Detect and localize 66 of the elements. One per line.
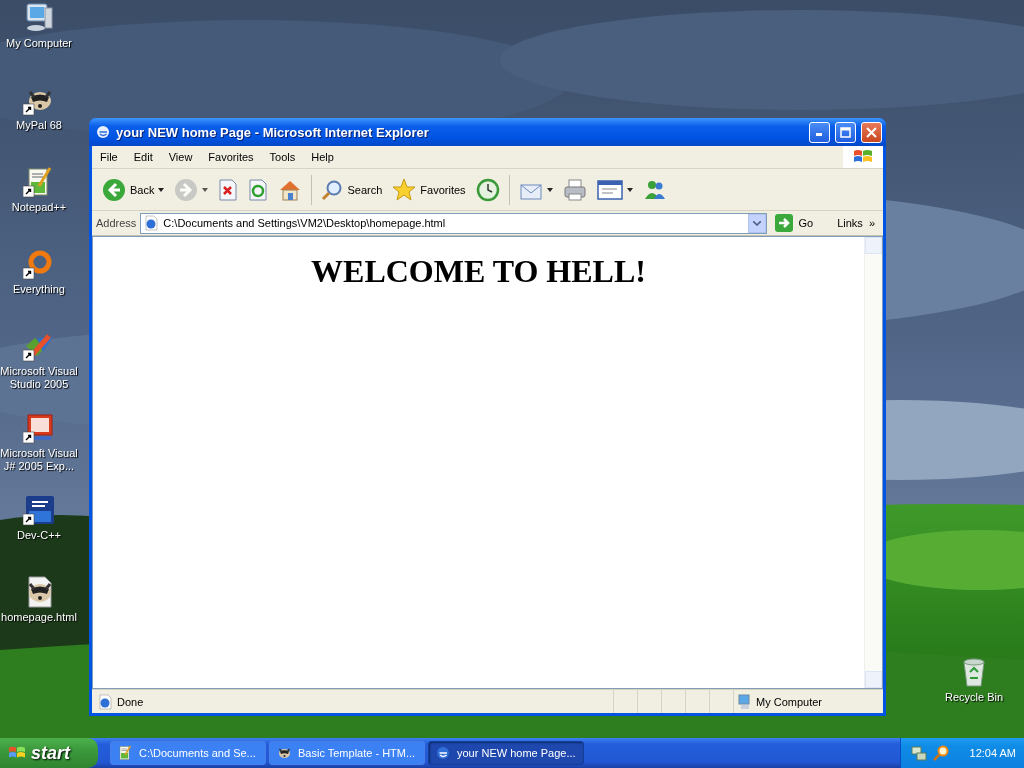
browser-icon xyxy=(435,745,451,761)
close-icon xyxy=(866,126,877,138)
links-button[interactable]: Links » xyxy=(833,217,879,229)
stop-icon xyxy=(218,178,239,201)
browser-page-icon xyxy=(97,693,113,710)
computer-icon xyxy=(738,693,752,710)
page-heading: WELCOME TO HELL! xyxy=(311,253,646,291)
menu-item[interactable]: Tools xyxy=(261,151,304,163)
printer-icon xyxy=(562,178,587,201)
notepad-icon xyxy=(117,745,133,761)
notepad-pen-icon xyxy=(596,178,623,201)
search-button[interactable]: Search xyxy=(317,172,387,207)
minimize-button[interactable] xyxy=(809,121,830,143)
shortcut-arrow-icon xyxy=(23,513,35,526)
shortcut-arrow-icon xyxy=(23,185,35,198)
back-button[interactable]: Back xyxy=(98,172,169,207)
taskbar-button[interactable]: Basic Template - HTM... xyxy=(269,741,425,765)
shortcut-arrow-icon xyxy=(23,349,35,362)
close-button[interactable] xyxy=(861,121,882,143)
desktop-icon-label[interactable]: Everything xyxy=(13,283,65,296)
people-icon xyxy=(642,178,667,201)
caret-icon xyxy=(158,187,165,192)
address-label: Address xyxy=(96,217,137,229)
menu-item[interactable]: Help xyxy=(303,151,342,163)
browser-page-icon xyxy=(143,215,160,231)
address-field[interactable]: C:\Documents and Settings\VM2\Desktop\homepage.html xyxy=(140,212,767,234)
maximize-button[interactable] xyxy=(835,121,856,143)
window-title: your NEW home Page - Microsoft Internet Explorer xyxy=(116,124,430,140)
caret-icon xyxy=(626,187,633,192)
desktop-icon-label[interactable]: Recycle Bin xyxy=(944,691,1004,704)
taskbar-button[interactable]: your NEW home Page... xyxy=(428,741,584,765)
browser-icon xyxy=(95,124,111,140)
menu-item[interactable]: View xyxy=(160,151,201,163)
search-icon xyxy=(933,745,949,761)
star-icon xyxy=(392,177,417,202)
shortcut-arrow-icon xyxy=(23,103,35,116)
desktop-icon-label[interactable]: My Computer xyxy=(6,37,72,50)
zone-text: My Computer xyxy=(756,695,823,708)
start-button[interactable]: start xyxy=(0,738,98,768)
desktop-icon-label[interactable]: Microsoft Visual Studio 2005 xyxy=(0,365,78,391)
menu-item[interactable]: Favorites xyxy=(200,151,262,163)
taskbar-button[interactable]: C:\Documents and Se... xyxy=(110,741,266,765)
clock: 12:04 AM xyxy=(969,747,1017,759)
computer-icon[interactable] xyxy=(23,2,55,34)
menu-item[interactable]: File xyxy=(92,151,126,163)
menu-item[interactable]: Edit xyxy=(125,151,161,163)
refresh-icon xyxy=(248,178,269,201)
caret-icon xyxy=(546,187,553,192)
shortcut-arrow-icon xyxy=(23,431,35,444)
arrow-icon xyxy=(774,214,793,232)
caret-icon xyxy=(202,187,209,192)
desktop-icon-label[interactable]: Notepad++ xyxy=(11,201,67,214)
network-icon xyxy=(911,745,927,761)
search-icon xyxy=(321,178,344,201)
shortcut-arrow-icon xyxy=(23,267,35,280)
clock-icon xyxy=(475,177,500,202)
desktop-icon-label[interactable]: homepage.html xyxy=(1,611,77,624)
favorites-button[interactable]: Favorites xyxy=(388,172,470,207)
maximize-icon xyxy=(840,126,851,138)
status-text: Done xyxy=(117,695,144,708)
scrollbar[interactable] xyxy=(864,237,882,688)
flag-logo-icon xyxy=(843,146,883,168)
desktop-icon-label[interactable]: MyPal 68 xyxy=(16,119,62,132)
desktop-icon-label[interactable]: Microsoft Visual J# 2005 Exp... xyxy=(0,447,78,473)
go-button[interactable]: Go xyxy=(770,214,830,232)
desktop-icon-label[interactable]: Dev-C++ xyxy=(17,529,61,542)
